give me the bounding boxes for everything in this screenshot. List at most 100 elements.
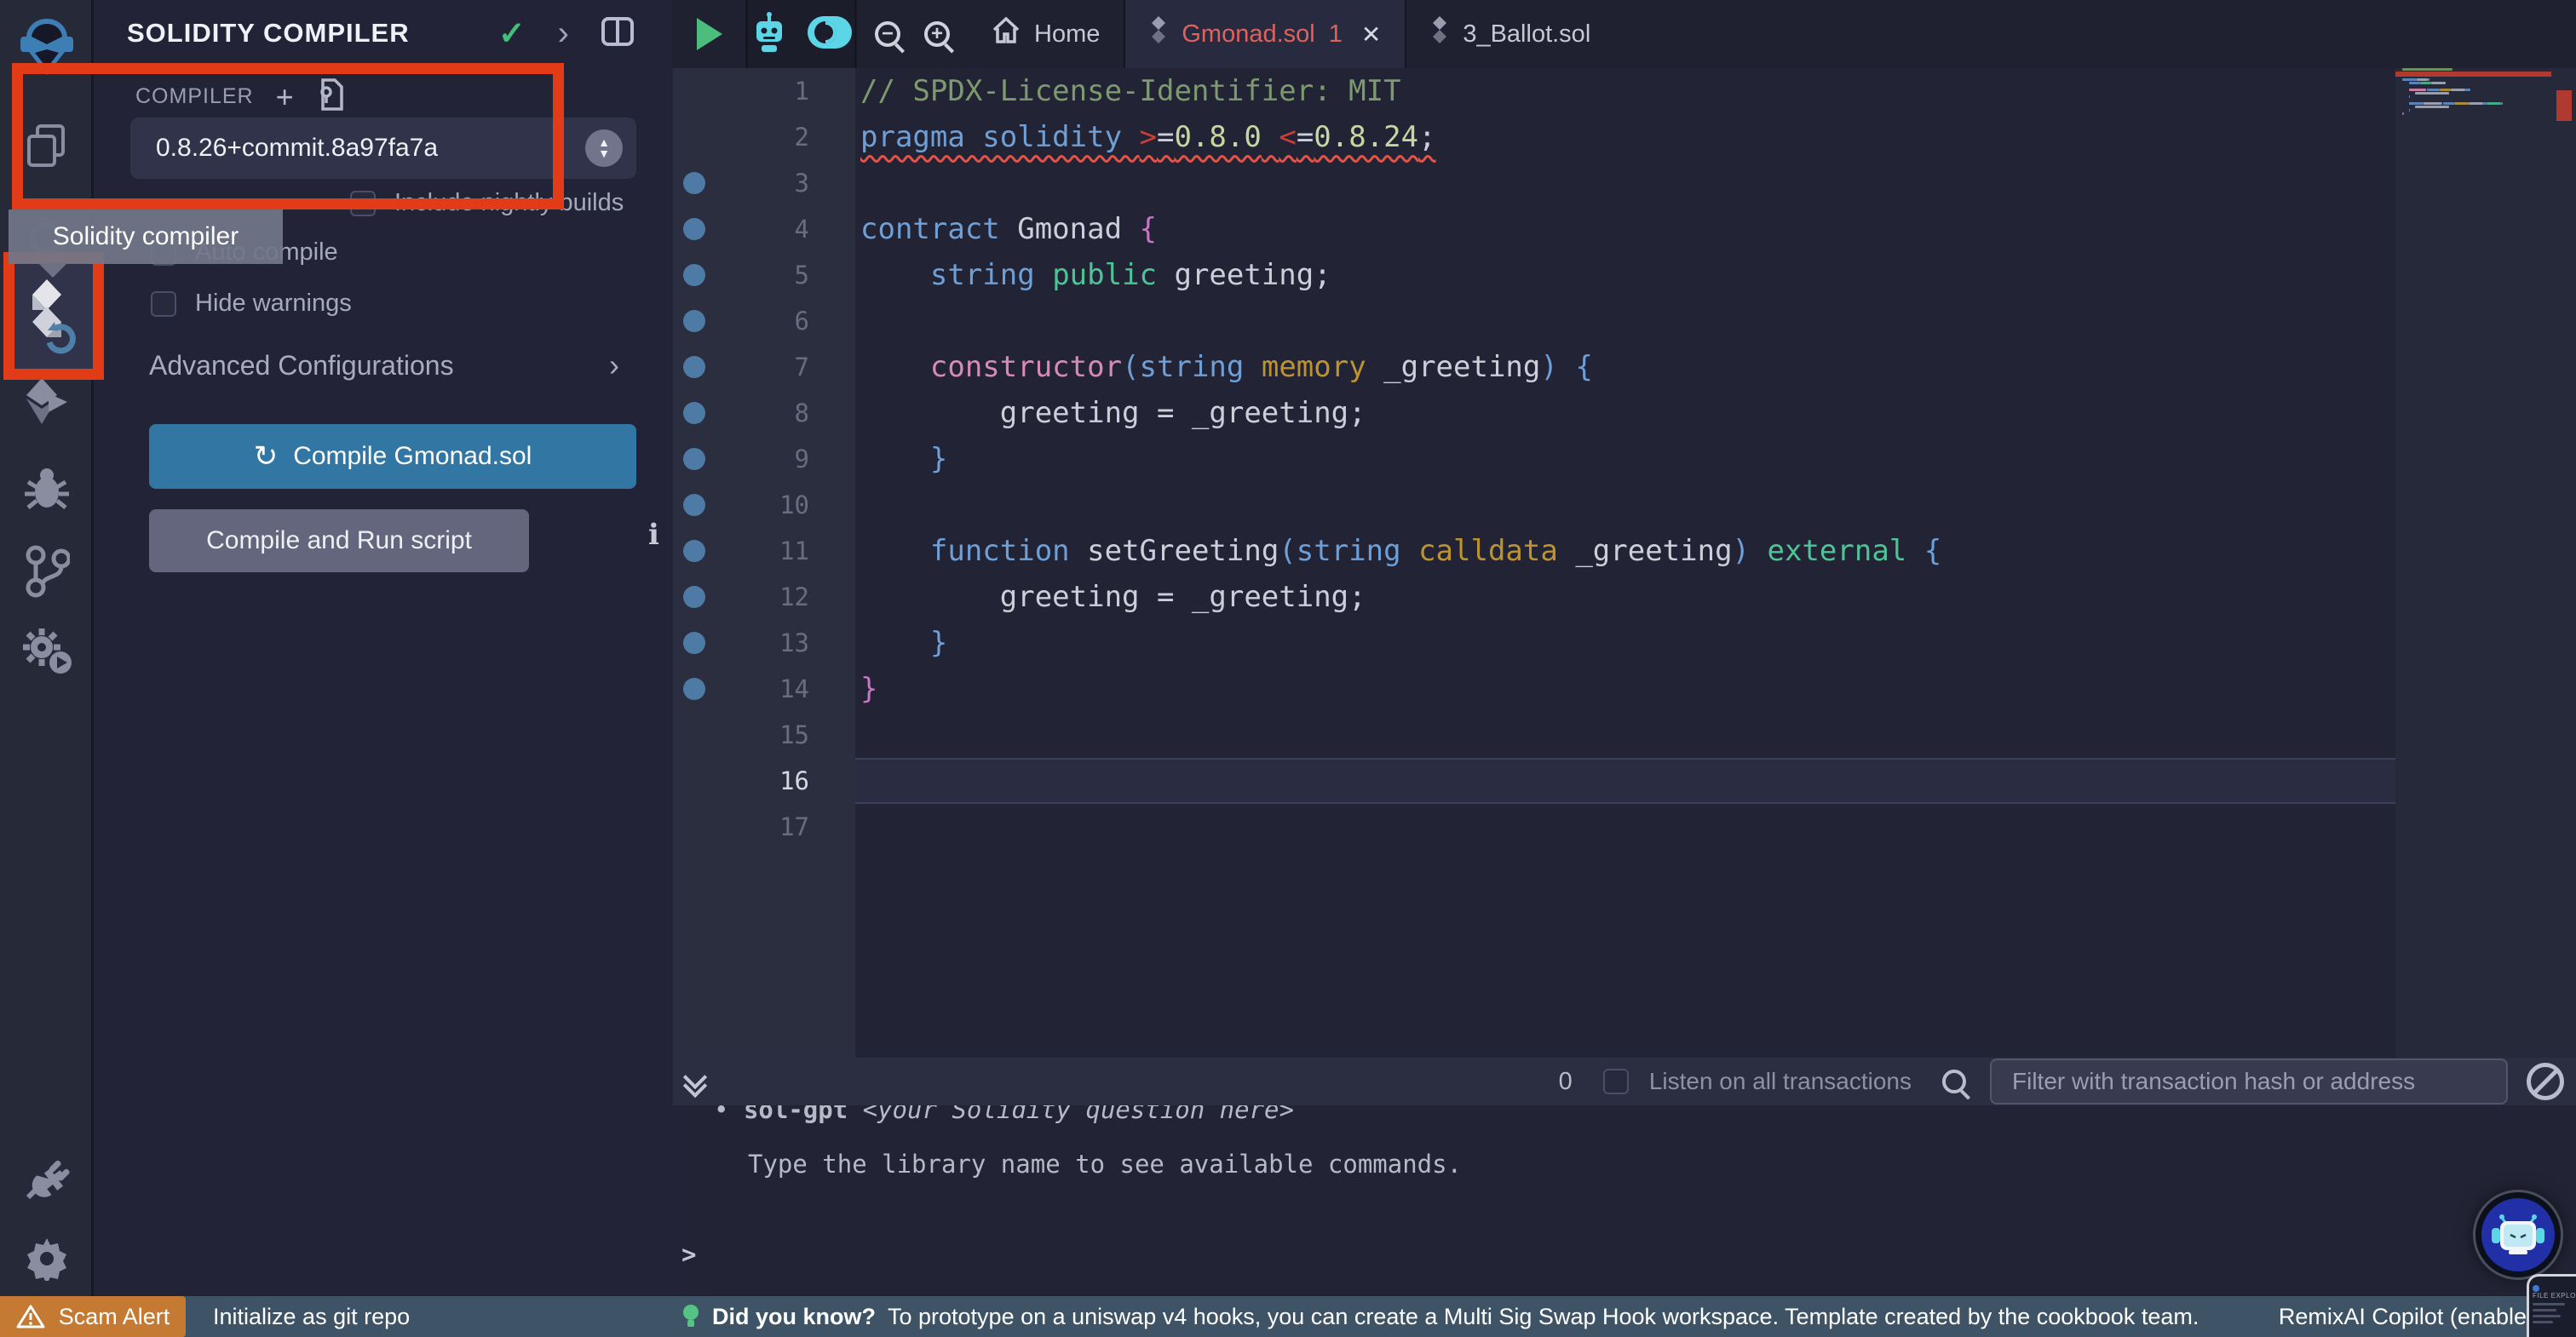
- gutter-row[interactable]: 14: [673, 666, 855, 712]
- code-line-8[interactable]: greeting = _greeting;: [855, 390, 2396, 436]
- line-number: 4: [794, 215, 809, 244]
- gutter-row[interactable]: 4: [673, 206, 855, 252]
- remix-ai-assistant-button[interactable]: [2475, 1192, 2561, 1277]
- tab-ballot[interactable]: 3_Ballot.sol: [1406, 0, 1614, 68]
- gutter-row[interactable]: 3: [673, 160, 855, 206]
- zoom-in-icon[interactable]: +: [924, 21, 950, 47]
- gutter-row[interactable]: 1: [673, 68, 855, 114]
- overview-ruler[interactable]: [2551, 68, 2576, 1058]
- split-panel-icon[interactable]: [601, 16, 634, 50]
- add-compiler-icon[interactable]: +: [276, 79, 294, 115]
- gutter-row[interactable]: 12: [673, 574, 855, 620]
- code-line-17[interactable]: [855, 804, 2396, 850]
- compile-button[interactable]: ↻ Compile Gmonad.sol: [149, 424, 636, 489]
- compile-and-run-button[interactable]: Compile and Run script: [149, 509, 529, 572]
- code-line-15[interactable]: [855, 712, 2396, 758]
- ai-assistant-icon[interactable]: [750, 11, 789, 58]
- code-line-3[interactable]: [855, 160, 2396, 206]
- ai-toggle-icon[interactable]: [806, 14, 854, 55]
- gutter-row[interactable]: 9: [673, 436, 855, 482]
- file-explorer-icon[interactable]: [0, 123, 94, 170]
- gutter-dot[interactable]: [683, 356, 705, 378]
- gutter-row[interactable]: 5: [673, 252, 855, 298]
- code-line-5[interactable]: string public greeting;: [855, 252, 2396, 298]
- init-git-repo-button[interactable]: Initialize as git repo: [213, 1296, 410, 1337]
- code-line-2[interactable]: pragma solidity >=0.8.0 <=0.8.24;: [855, 114, 2396, 160]
- run-script-button[interactable]: [673, 0, 748, 68]
- error-count-badge: 1: [1328, 20, 1343, 48]
- code-line-4[interactable]: contract Gmonad {: [855, 206, 2396, 252]
- gutter-row[interactable]: 2: [673, 114, 855, 160]
- code-line-1[interactable]: // SPDX-License-Identifier: MIT: [855, 68, 2396, 114]
- gutter-dot[interactable]: [683, 586, 705, 608]
- compiler-version-select[interactable]: 0.8.26+commit.8a97fa7a ▲ ▼: [130, 118, 636, 179]
- option-include-nightly-builds[interactable]: Include nightly builds: [350, 189, 624, 217]
- code-line-14[interactable]: }: [855, 666, 2396, 712]
- gutter-dot[interactable]: [683, 172, 705, 194]
- gutter-dot[interactable]: [683, 218, 705, 240]
- clear-console-icon[interactable]: [2527, 1063, 2564, 1100]
- remix-logo[interactable]: [0, 15, 94, 78]
- gutter-row[interactable]: 16: [673, 758, 855, 804]
- transaction-filter-input[interactable]: [1990, 1059, 2508, 1105]
- option-hide-warnings[interactable]: Hide warnings: [151, 290, 352, 318]
- gutter-dot[interactable]: [683, 402, 705, 424]
- debugger-icon[interactable]: [0, 465, 94, 513]
- gutter-dot[interactable]: [683, 540, 705, 562]
- file-badge-icon[interactable]: [316, 78, 343, 115]
- scripts-runner-icon[interactable]: [0, 627, 94, 674]
- terminal-search-icon[interactable]: [1942, 1070, 1966, 1093]
- code-line-7[interactable]: constructor(string memory _greeting) {: [855, 344, 2396, 390]
- compile-success-check-icon: ✓: [497, 15, 526, 52]
- gutter-row[interactable]: 6: [673, 298, 855, 344]
- close-tab-icon[interactable]: ✕: [1361, 20, 1381, 49]
- expand-terminal-icon[interactable]: [682, 1064, 708, 1099]
- tab-gmonad[interactable]: Gmonad.sol 1 ✕: [1124, 0, 1407, 68]
- code-line-10[interactable]: [855, 482, 2396, 528]
- gutter-dot[interactable]: [683, 678, 705, 700]
- settings-icon[interactable]: [0, 1237, 94, 1281]
- gutter-row[interactable]: 8: [673, 390, 855, 436]
- screen-thumbnail[interactable]: FILE EXPLORER: [2527, 1274, 2576, 1337]
- chevron-right-icon[interactable]: ›: [558, 16, 569, 50]
- git-icon[interactable]: [0, 545, 94, 598]
- solidity-compiler-icon[interactable]: [0, 274, 94, 356]
- gutter-dot[interactable]: [683, 632, 705, 654]
- checkbox[interactable]: [350, 190, 376, 216]
- code-line-9[interactable]: }: [855, 436, 2396, 482]
- deploy-run-icon[interactable]: [0, 376, 94, 426]
- zoom-out-icon[interactable]: −: [875, 21, 900, 47]
- gutter-dot[interactable]: [683, 448, 705, 470]
- gutter-row[interactable]: 11: [673, 528, 855, 574]
- terminal-output[interactable]: • sol-gpt <your Solidity question here> …: [673, 1105, 2576, 1296]
- code-line-13[interactable]: }: [855, 620, 2396, 666]
- gutter-dot[interactable]: [683, 310, 705, 332]
- gutter-dot[interactable]: [683, 494, 705, 516]
- checkbox[interactable]: [151, 290, 176, 317]
- code-editor[interactable]: 1 2 3 4 5 6 7 8 9 10 11 12 13 14 15 16 17 // SPDX-Licens…: [673, 68, 2576, 1058]
- code-line-6[interactable]: [855, 298, 2396, 344]
- warning-icon: [16, 1305, 45, 1328]
- gutter-row[interactable]: 13: [673, 620, 855, 666]
- gutter-dot[interactable]: [683, 264, 705, 286]
- listen-transactions-checkbox[interactable]: [1602, 1069, 1629, 1094]
- plugin-manager-icon[interactable]: [0, 1155, 94, 1202]
- line-number: 17: [779, 812, 809, 841]
- gutter-row[interactable]: 7: [673, 344, 855, 390]
- gutter-row[interactable]: 10: [673, 482, 855, 528]
- code-line-12[interactable]: greeting = _greeting;: [855, 574, 2396, 620]
- copilot-status[interactable]: RemixAI Copilot (enabled): [2279, 1296, 2547, 1337]
- advanced-configurations-row[interactable]: Advanced Configurations ›: [149, 347, 619, 383]
- gutter-row[interactable]: 17: [673, 804, 855, 850]
- tab-home[interactable]: Home: [968, 0, 1124, 68]
- transaction-count: 0: [1558, 1067, 1573, 1095]
- code-line-16[interactable]: [855, 758, 2396, 804]
- info-icon[interactable]: i: [648, 518, 659, 552]
- code-line-11[interactable]: function setGreeting(string calldata _gr…: [855, 528, 2396, 574]
- terminal-prompt[interactable]: >: [681, 1240, 696, 1269]
- scam-alert-button[interactable]: Scam Alert: [0, 1296, 186, 1337]
- minimap[interactable]: [2395, 68, 2551, 1058]
- listen-transactions-label: Listen on all transactions: [1648, 1068, 1912, 1094]
- select-spinner-icon[interactable]: ▲ ▼: [585, 129, 623, 167]
- gutter-row[interactable]: 15: [673, 712, 855, 758]
